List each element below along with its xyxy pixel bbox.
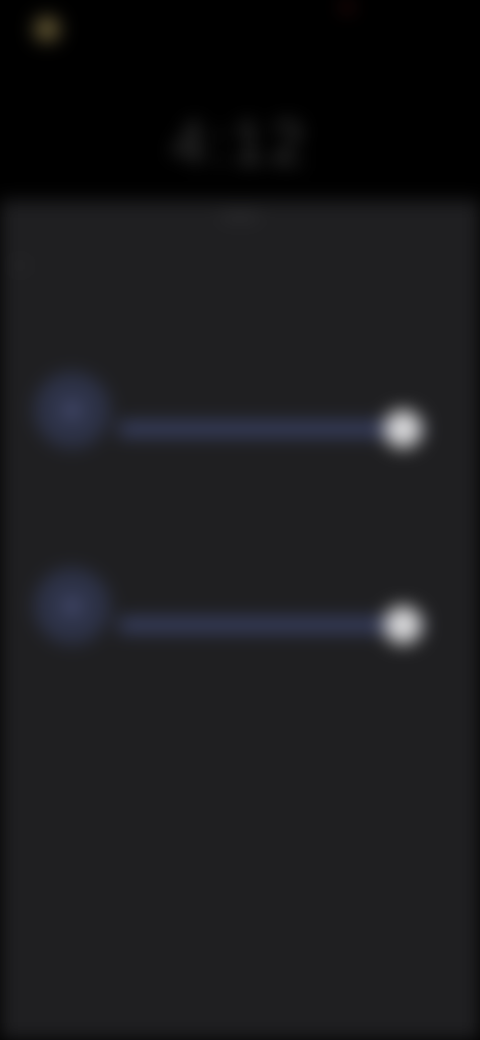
back-arrow-icon[interactable]: ← <box>10 251 32 273</box>
sheet-drag-handle[interactable] <box>222 214 258 218</box>
status-bar <box>0 0 480 60</box>
slider-row-2 <box>30 568 450 648</box>
settings-sheet: ← <box>0 200 480 1040</box>
lock-clock: 4:12 <box>171 109 309 178</box>
recording-indicator-icon <box>342 4 352 10</box>
slider-track-1[interactable] <box>118 422 428 436</box>
screen: 4:12 ← <box>0 0 480 1040</box>
brightness-icon <box>34 372 110 448</box>
slider-track-2[interactable] <box>118 618 428 632</box>
notification-icon <box>30 14 64 44</box>
slider-fill-1 <box>118 422 404 436</box>
slider-thumb-1[interactable] <box>384 410 423 448</box>
slider-row-1 <box>30 372 450 452</box>
night-light-icon <box>34 568 110 644</box>
slider-fill-2 <box>118 618 404 632</box>
blurred-content: 4:12 ← <box>0 0 480 1040</box>
slider-thumb-2[interactable] <box>384 606 423 644</box>
